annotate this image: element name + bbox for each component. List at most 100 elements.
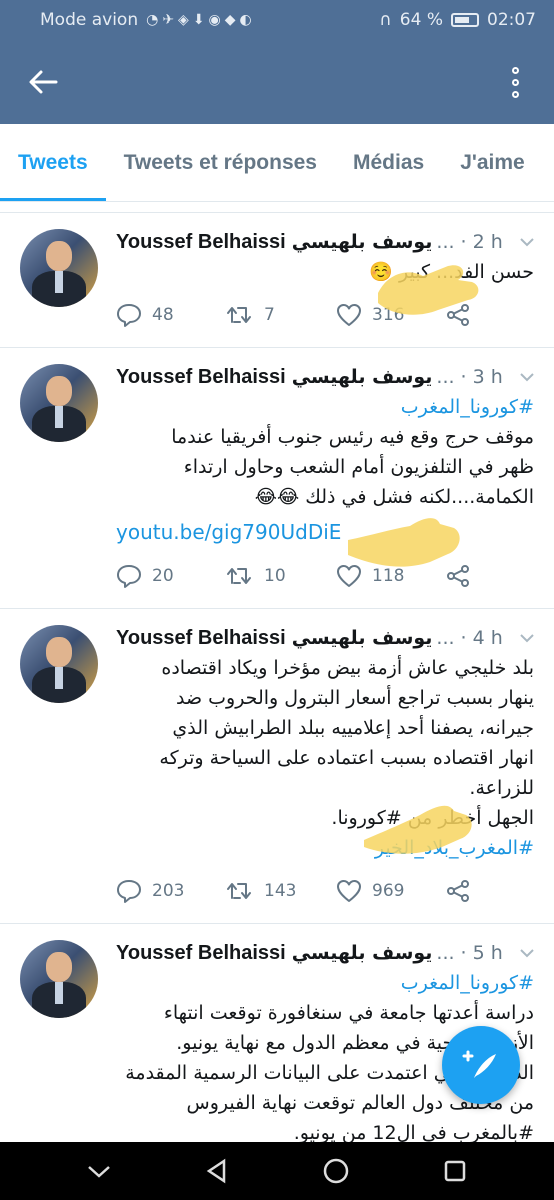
author-name[interactable]: Youssef Belhaissi: [116, 366, 286, 389]
chevron-down-icon: [520, 634, 534, 643]
tweet-text-line: ينهار بسبب تراجع أسعار البترول والحروب ض…: [175, 687, 534, 709]
like-button[interactable]: 316: [336, 303, 446, 327]
avatar[interactable]: [20, 940, 98, 1018]
system-nav-bar: [0, 1142, 554, 1200]
avatar[interactable]: [20, 229, 98, 307]
tweet-actions: 203 143 969: [116, 875, 534, 907]
battery-percent: 64 %: [399, 10, 443, 30]
reply-icon: [117, 565, 141, 588]
avatar-tie: [55, 271, 63, 293]
retweet-count: 143: [264, 881, 297, 901]
chevron-down-icon: [520, 949, 534, 958]
status-bar: Mode avion ◔✈◈⬇◉◆◐ ∩ 64 % 02:07: [0, 0, 554, 40]
tweet-text-line: الجهل أخطر من #كورونا.: [331, 807, 534, 829]
retweet-count: 7: [264, 305, 275, 325]
reply-button[interactable]: 20: [116, 564, 226, 588]
more-options-button[interactable]: [500, 62, 530, 102]
retweet-button[interactable]: 7: [226, 304, 336, 326]
tweet-link[interactable]: youtu.be/gig790UdDiE: [116, 516, 534, 548]
tab-tweets[interactable]: Tweets: [0, 124, 106, 201]
tweet-text-line: انهار اقتصاده بسبب اعتماده على السياحة و…: [159, 747, 534, 769]
tweet-text: حسن الفد... كبير ☺️: [116, 257, 534, 287]
tweet-time: · 5 h: [460, 942, 503, 964]
tweet-text-line: حسن الفد... كبير ☺️: [369, 261, 534, 283]
reply-count: 48: [152, 305, 174, 325]
home-circle-icon[interactable]: [322, 1157, 350, 1185]
tweet-options-button[interactable]: [520, 946, 534, 960]
author-handle: يوسف بلهيسي: [291, 942, 433, 964]
like-button[interactable]: 969: [336, 879, 446, 903]
handle-ellipsis: ...: [436, 942, 455, 964]
tweet-text-line: بلد خليجي عاش أزمة بيض مؤخرا ويكاد اقتصا…: [161, 657, 534, 679]
tweet-text: موقف حرج وقع فيه رئيس جنوب أفريقيا عندما…: [116, 422, 534, 512]
avatar-face: [46, 241, 72, 271]
handle-ellipsis: ...: [436, 627, 455, 649]
author-name[interactable]: Youssef Belhaissi: [116, 942, 286, 965]
tweet-options-button[interactable]: [520, 235, 534, 249]
reply-button[interactable]: 203: [116, 879, 226, 903]
avatar[interactable]: [20, 625, 98, 703]
share-button[interactable]: [446, 879, 476, 903]
retweet-icon: [227, 307, 251, 323]
tab-likes[interactable]: J'aime: [442, 124, 543, 201]
hashtag-link[interactable]: #كورونا_المغرب: [116, 392, 534, 422]
tweet-meta: Youssef Belhaissi يوسف بلهيسي ... · 4 h: [116, 623, 534, 653]
like-count: 118: [372, 566, 405, 586]
more-vertical-icon: [511, 66, 519, 74]
hashtag-link[interactable]: #المغرب_بلاد_الخير: [116, 833, 534, 863]
author-handle: يوسف بلهيسي: [291, 231, 433, 253]
author-name[interactable]: Youssef Belhaissi: [116, 627, 286, 650]
handle-ellipsis: ...: [436, 231, 455, 253]
tweet-feed[interactable]: Youssef Belhaissi يوسف بلهيسي ... · 2 h …: [0, 212, 554, 1142]
chevron-down-icon: [520, 373, 534, 382]
reply-button[interactable]: 48: [116, 303, 226, 327]
share-icon: [447, 880, 469, 902]
share-button[interactable]: [446, 303, 476, 327]
retweet-button[interactable]: 10: [226, 565, 336, 587]
tweet[interactable]: Youssef Belhaissi يوسف بلهيسي ... · 2 h …: [0, 212, 554, 348]
retweet-icon: [227, 883, 251, 899]
tweet[interactable]: Youssef Belhaissi يوسف بلهيسي ... · 4 h …: [0, 609, 554, 924]
compose-feather-icon: [462, 1050, 496, 1078]
like-button[interactable]: 118: [336, 564, 446, 588]
hashtag-link[interactable]: #كورونا_المغرب: [116, 968, 534, 998]
avatar-tie: [55, 667, 63, 689]
back-button[interactable]: [18, 60, 68, 104]
tweet-time: · 2 h: [460, 231, 503, 253]
tweet-text-line: جيرانه، يصفنا أحد إعلامييه ببلد الطرابيش…: [172, 717, 534, 739]
avatar-tie: [55, 406, 63, 428]
tab-media[interactable]: Médias: [335, 124, 442, 201]
like-count: 316: [372, 305, 405, 325]
headphones-icon: ∩: [379, 10, 392, 30]
author-handle: يوسف بلهيسي: [291, 366, 433, 388]
heart-icon: [337, 304, 361, 326]
tweet-meta: Youssef Belhaissi يوسف بلهيسي ... · 3 h: [116, 362, 534, 392]
tweet-actions: 48 7 316: [116, 299, 534, 331]
retweet-count: 10: [264, 566, 286, 586]
compose-tweet-button[interactable]: [442, 1026, 520, 1104]
retweet-button[interactable]: 143: [226, 880, 336, 902]
chevron-down-icon[interactable]: [86, 1161, 112, 1181]
like-count: 969: [372, 881, 405, 901]
author-name[interactable]: Youssef Belhaissi: [116, 231, 286, 254]
profile-tabs: Tweets Tweets et réponses Médias J'aime: [0, 124, 554, 202]
share-button[interactable]: [446, 564, 476, 588]
more-vertical-dot: [511, 90, 519, 98]
tab-tweets-and-replies[interactable]: Tweets et réponses: [106, 124, 335, 201]
chevron-down-icon: [520, 238, 534, 247]
tweet-options-button[interactable]: [520, 631, 534, 645]
heart-icon: [337, 565, 361, 587]
tweet-options-button[interactable]: [520, 370, 534, 384]
reply-icon: [117, 304, 141, 327]
back-triangle-icon[interactable]: [204, 1158, 230, 1184]
avatar[interactable]: [20, 364, 98, 442]
tweet-time: · 4 h: [460, 627, 503, 649]
tweet-text: بلد خليجي عاش أزمة بيض مؤخرا ويكاد اقتصا…: [116, 653, 534, 833]
reply-count: 203: [152, 881, 185, 901]
recents-square-icon[interactable]: [442, 1158, 468, 1184]
heart-icon: [337, 880, 361, 902]
tweet-meta: Youssef Belhaissi يوسف بلهيسي ... · 2 h: [116, 227, 534, 257]
tweet-text-line: #بالمغرب في ال12 من يونيو.: [293, 1122, 534, 1142]
tweet[interactable]: Youssef Belhaissi يوسف بلهيسي ... · 3 h …: [0, 348, 554, 609]
tweet-text-line: الكمامة....لكنه فشل في ذلك 😂😂: [254, 486, 534, 508]
